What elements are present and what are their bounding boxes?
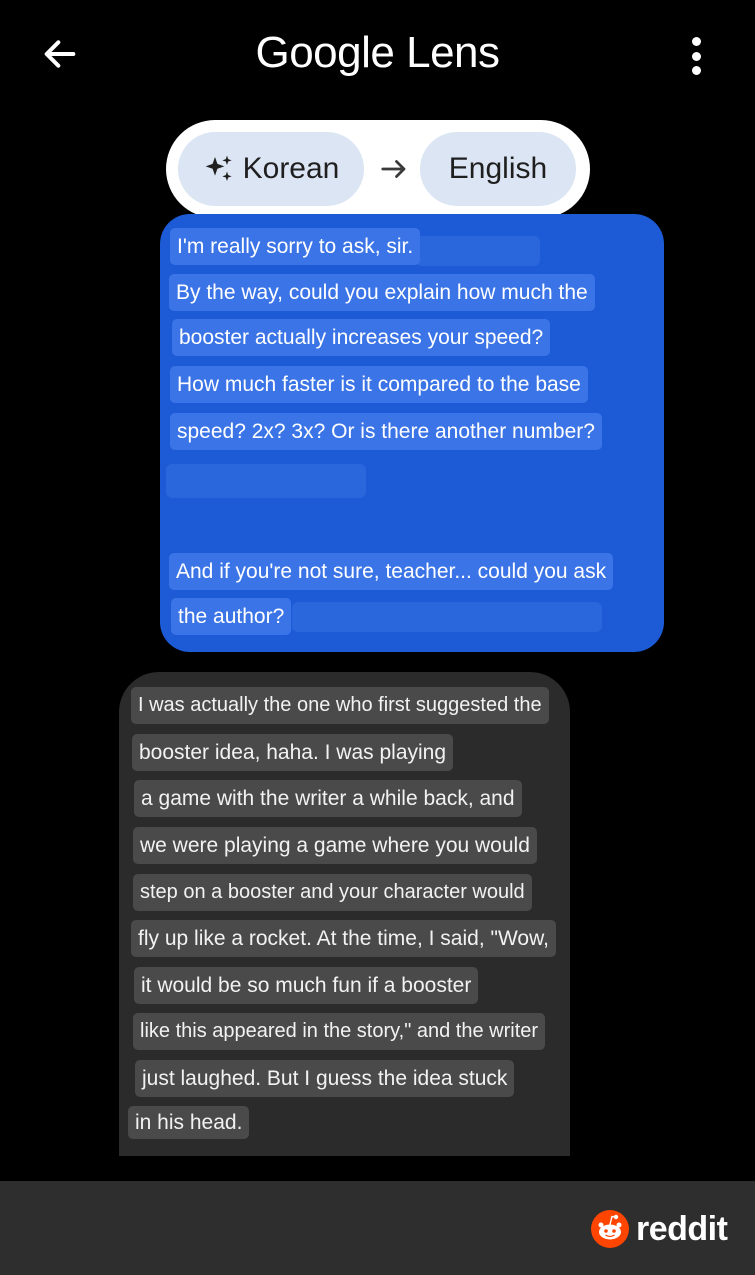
more-options-button[interactable] [680,34,712,78]
message-line: booster actually increases your speed? [172,319,551,356]
message-line: I was actually the one who first suggest… [131,687,549,724]
message-line: we were playing a game where you would [133,827,537,864]
message-line: speed? 2x? 3x? Or is there another numbe… [170,413,602,450]
message-line: I'm really sorry to ask, sir. [170,228,421,265]
reddit-logo-icon [591,1210,629,1248]
target-language-button[interactable]: English [420,132,576,206]
incoming-message-bubble: I was actually the one who first suggest… [119,672,570,1156]
message-line: fly up like a rocket. At the time, I sai… [131,920,556,957]
reddit-watermark: reddit [590,1205,728,1253]
message-line: booster idea, haha. I was playing [132,734,454,771]
outgoing-message-bubble: I'm really sorry to ask, sir. By the way… [160,214,664,652]
arrow-right-icon [381,160,406,178]
translation-overlay [292,602,602,632]
app-title: Google Lens [255,28,500,77]
source-language-label: Korean [242,152,340,185]
translation-overlay [166,464,366,498]
message-line: By the way, could you explain how much t… [169,274,595,311]
source-language-button[interactable]: Korean [178,132,364,206]
message-line: the author? [171,598,292,635]
target-language-label: English [448,152,548,185]
message-line: And if you're not sure, teacher... could… [169,553,614,590]
reddit-wordmark: reddit [636,1209,728,1248]
message-line: just laughed. But I guess the idea stuck [135,1060,515,1097]
translation-overlay [416,236,540,266]
message-line: it would be so much fun if a booster [134,967,479,1004]
message-line: step on a booster and your character wou… [133,874,532,911]
sparkle-icon [205,155,232,181]
more-vert-icon [691,37,701,46]
swap-arrow [376,147,412,191]
language-selector: Korean English [166,120,590,218]
top-bar: Google Lens [0,0,755,110]
menu-dot [691,66,701,75]
message-line: How much faster is it compared to the ba… [170,366,588,403]
message-line: in his head. [128,1106,250,1139]
menu-dot [691,51,701,61]
footer-bar: reddit [0,1181,755,1275]
message-line: like this appeared in the story," and th… [133,1013,546,1050]
message-line: a game with the writer a while back, and [134,780,522,817]
